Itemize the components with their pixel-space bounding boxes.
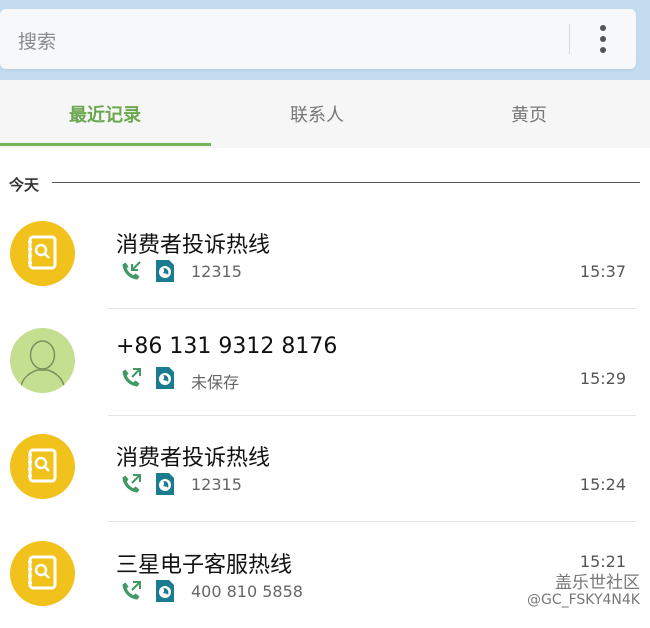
top-bar: 搜索 [0,0,650,80]
contact-name: +86 131 9312 8176 [116,334,338,359]
phone-number: 12315 [191,475,242,494]
search-bar[interactable]: 搜索 [0,9,636,69]
tab-yellow-pages[interactable]: 黄页 [424,80,634,148]
call-time: 15:37 [579,262,626,281]
tab-recents[interactable]: 最近记录 [0,80,210,148]
search-divider [569,24,570,54]
watermark-community: 盖乐世社区 [555,573,640,593]
sim-card-icon [156,580,174,602]
more-options-button[interactable] [585,21,621,57]
yellow-pages-icon [10,221,75,286]
phone-number: 未保存 [191,373,240,392]
active-tab-indicator [0,143,211,146]
more-vertical-icon [600,25,606,31]
tab-bar: 最近记录 联系人 黄页 [0,80,650,148]
section-divider [52,182,640,183]
tab-contacts[interactable]: 联系人 [212,80,422,148]
sim-card-icon [156,473,174,495]
phone-number: 12315 [191,262,242,281]
call-log-row[interactable]: 消费者投诉热线 12315 15:37 [0,202,650,308]
call-time: 15:29 [579,369,626,388]
call-log-row[interactable]: +86 131 9312 8176 未保存 15:29 [0,309,650,415]
yellow-pages-icon [10,541,75,606]
call-log-row[interactable]: 三星电子客服热线 400 810 5858 15:21 [0,522,650,628]
search-input[interactable]: 搜索 [18,27,56,54]
outgoing-call-icon [122,368,141,387]
watermark-user: @GC_FSKY4N4K [526,592,640,608]
yellow-pages-icon [10,434,75,499]
sim-card-icon [156,367,174,389]
contact-name: 消费者投诉热线 [116,446,271,471]
phone-number: 400 810 5858 [191,582,303,601]
call-time: 15:24 [579,475,626,494]
person-avatar-icon [10,328,75,393]
section-header-today: 今天 [9,176,40,194]
call-log-row[interactable]: 消费者投诉热线 12315 15:24 [0,415,650,521]
contact-name: 消费者投诉热线 [116,233,271,258]
outgoing-call-icon [122,581,141,600]
outgoing-call-icon [122,474,141,493]
sim-card-icon [156,260,174,282]
incoming-call-icon [122,261,141,280]
contact-name: 三星电子客服热线 [116,553,293,578]
